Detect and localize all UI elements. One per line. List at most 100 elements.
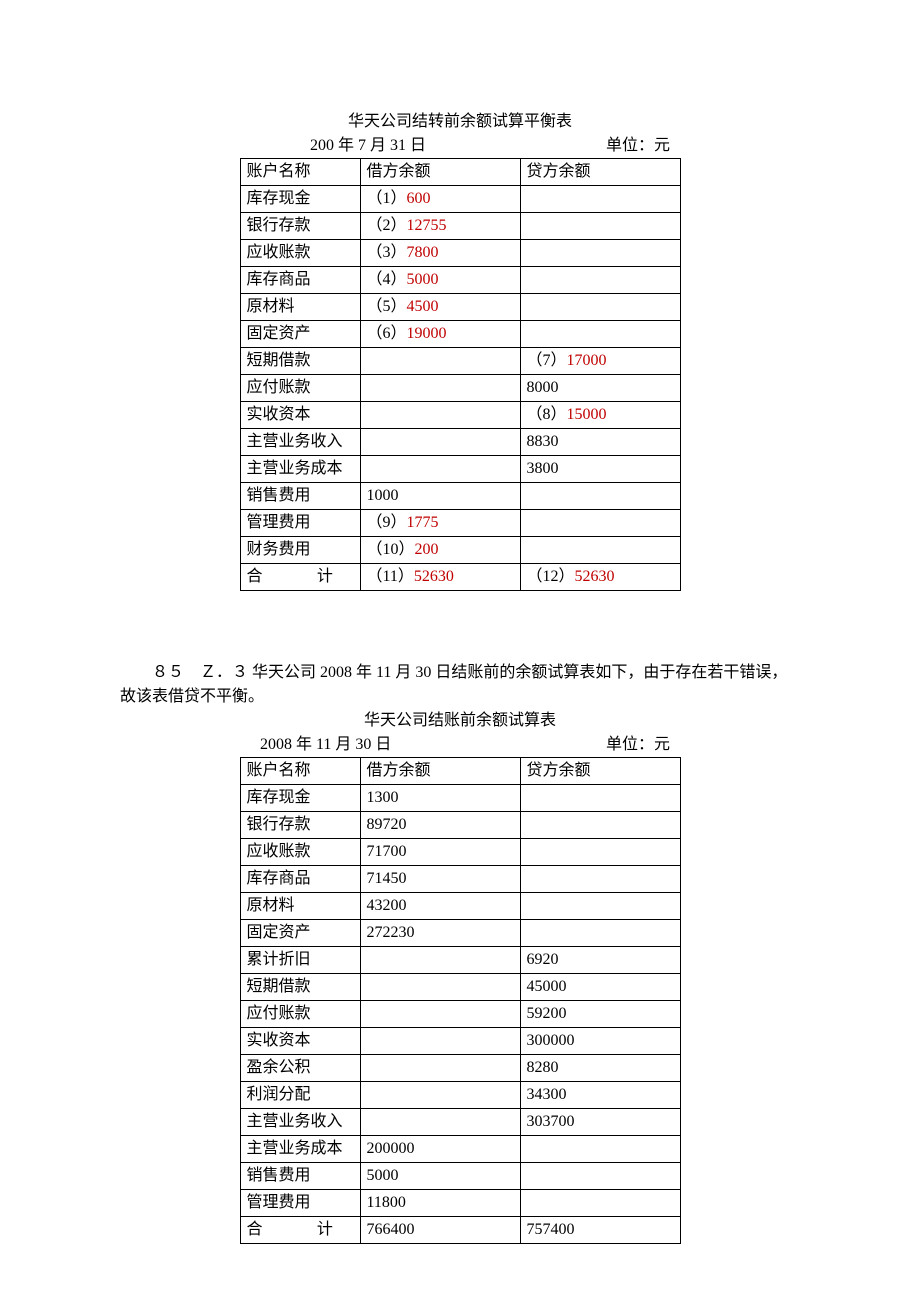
cell-account-name: 应付账款 bbox=[240, 1001, 360, 1028]
cell-credit bbox=[520, 812, 680, 839]
table2-title: 华天公司结账前余额试算表 bbox=[120, 709, 800, 733]
cell-account-name: 实收资本 bbox=[240, 1028, 360, 1055]
cell-credit bbox=[520, 240, 680, 267]
cell-account-name: 固定资产 bbox=[240, 920, 360, 947]
table-row: 短期借款 45000 bbox=[240, 974, 680, 1001]
cell-debit bbox=[360, 375, 520, 402]
cell-credit bbox=[520, 294, 680, 321]
table-row: 原材料43200 bbox=[240, 893, 680, 920]
sum-credit: 757400 bbox=[520, 1217, 680, 1244]
cell-debit: 1300 bbox=[360, 785, 520, 812]
cell-credit bbox=[520, 1163, 680, 1190]
table1-unit: 单位：元 bbox=[606, 134, 680, 158]
col-account-name: 账户名称 bbox=[240, 758, 360, 785]
col-debit: 借方余额 bbox=[360, 159, 520, 186]
table-row: 销售费用5000 bbox=[240, 1163, 680, 1190]
cell-account-name: 主营业务收入 bbox=[240, 429, 360, 456]
cell-account-name: 短期借款 bbox=[240, 348, 360, 375]
cell-debit bbox=[360, 1055, 520, 1082]
table1-title: 华天公司结转前余额试算平衡表 bbox=[120, 110, 800, 134]
trial-balance-table-2: 账户名称 借方余额 贷方余额 库存现金1300银行存款89720应收账款7170… bbox=[240, 757, 681, 1244]
table-row: 管理费用（9）1775 bbox=[240, 510, 680, 537]
cell-credit: 45000 bbox=[520, 974, 680, 1001]
cell-credit bbox=[520, 213, 680, 240]
cell-credit bbox=[520, 920, 680, 947]
table2-unit: 单位：元 bbox=[606, 733, 680, 757]
sum-debit: 766400 bbox=[360, 1217, 520, 1244]
table-row: 固定资产272230 bbox=[240, 920, 680, 947]
cell-account-name: 原材料 bbox=[240, 294, 360, 321]
table-row: 主营业务收入 8830 bbox=[240, 429, 680, 456]
cell-debit bbox=[360, 1028, 520, 1055]
cell-debit: 89720 bbox=[360, 812, 520, 839]
cell-account-name: 固定资产 bbox=[240, 321, 360, 348]
table-row: 实收资本（8）15000 bbox=[240, 402, 680, 429]
table2-meta: 2008 年 11 月 30 日 单位：元 bbox=[240, 733, 680, 757]
cell-debit: 43200 bbox=[360, 893, 520, 920]
table-row: 银行存款（2）12755 bbox=[240, 213, 680, 240]
table-row: 管理费用11800 bbox=[240, 1190, 680, 1217]
table-row: 银行存款89720 bbox=[240, 812, 680, 839]
table-row: 库存现金1300 bbox=[240, 785, 680, 812]
cell-account-name: 利润分配 bbox=[240, 1082, 360, 1109]
cell-debit: （2）12755 bbox=[360, 213, 520, 240]
cell-account-name: 短期借款 bbox=[240, 974, 360, 1001]
trial-balance-table-1: 账户名称 借方余额 贷方余额 库存现金（1）600银行存款（2）12755应收账… bbox=[240, 158, 681, 591]
table-row: 利润分配 34300 bbox=[240, 1082, 680, 1109]
cell-credit bbox=[520, 537, 680, 564]
cell-debit: 11800 bbox=[360, 1190, 520, 1217]
cell-debit: 1000 bbox=[360, 483, 520, 510]
cell-credit: 34300 bbox=[520, 1082, 680, 1109]
cell-debit bbox=[360, 974, 520, 1001]
table-row: 库存商品71450 bbox=[240, 866, 680, 893]
cell-debit bbox=[360, 429, 520, 456]
cell-credit: 300000 bbox=[520, 1028, 680, 1055]
cell-credit: （7）17000 bbox=[520, 348, 680, 375]
cell-account-name: 盈余公积 bbox=[240, 1055, 360, 1082]
table-row: 实收资本 300000 bbox=[240, 1028, 680, 1055]
table-row: 销售费用1000 bbox=[240, 483, 680, 510]
cell-debit: （9）1775 bbox=[360, 510, 520, 537]
cell-account-name: 银行存款 bbox=[240, 812, 360, 839]
cell-credit: （8）15000 bbox=[520, 402, 680, 429]
cell-credit bbox=[520, 785, 680, 812]
table-header-row: 账户名称 借方余额 贷方余额 bbox=[240, 159, 680, 186]
table-row: 应付账款8000 bbox=[240, 375, 680, 402]
sum-label: 合 计 bbox=[240, 564, 360, 591]
cell-account-name: 库存商品 bbox=[240, 267, 360, 294]
cell-credit bbox=[520, 267, 680, 294]
table-row: 库存商品（4）5000 bbox=[240, 267, 680, 294]
cell-credit bbox=[520, 1190, 680, 1217]
cell-debit: 272230 bbox=[360, 920, 520, 947]
sum-label: 合 计 bbox=[240, 1217, 360, 1244]
cell-debit: 71700 bbox=[360, 839, 520, 866]
cell-debit: 5000 bbox=[360, 1163, 520, 1190]
table-row: 短期借款 （7）17000 bbox=[240, 348, 680, 375]
table-row: 库存现金（1）600 bbox=[240, 186, 680, 213]
cell-debit: （10）200 bbox=[360, 537, 520, 564]
col-credit: 贷方余额 bbox=[520, 159, 680, 186]
cell-debit bbox=[360, 402, 520, 429]
table-row: 财务费用（10）200 bbox=[240, 537, 680, 564]
cell-account-name: 应收账款 bbox=[240, 240, 360, 267]
cell-debit: （1）600 bbox=[360, 186, 520, 213]
cell-account-name: 管理费用 bbox=[240, 510, 360, 537]
cell-credit: 303700 bbox=[520, 1109, 680, 1136]
table-sum-row: 合 计 （11）52630 （12）52630 bbox=[240, 564, 680, 591]
cell-credit bbox=[520, 839, 680, 866]
table-header-row: 账户名称 借方余额 贷方余额 bbox=[240, 758, 680, 785]
cell-debit bbox=[360, 348, 520, 375]
table1-date: 200 年 7 月 31 日 bbox=[240, 134, 426, 158]
col-debit: 借方余额 bbox=[360, 758, 520, 785]
table-row: 应收账款71700 bbox=[240, 839, 680, 866]
cell-credit: 8830 bbox=[520, 429, 680, 456]
cell-debit bbox=[360, 1082, 520, 1109]
cell-account-name: 库存商品 bbox=[240, 866, 360, 893]
cell-debit: （4）5000 bbox=[360, 267, 520, 294]
cell-credit bbox=[520, 186, 680, 213]
table-row: 盈余公积 8280 bbox=[240, 1055, 680, 1082]
table-sum-row: 合 计 766400 757400 bbox=[240, 1217, 680, 1244]
cell-debit: （3）7800 bbox=[360, 240, 520, 267]
cell-credit: 8280 bbox=[520, 1055, 680, 1082]
cell-credit bbox=[520, 510, 680, 537]
